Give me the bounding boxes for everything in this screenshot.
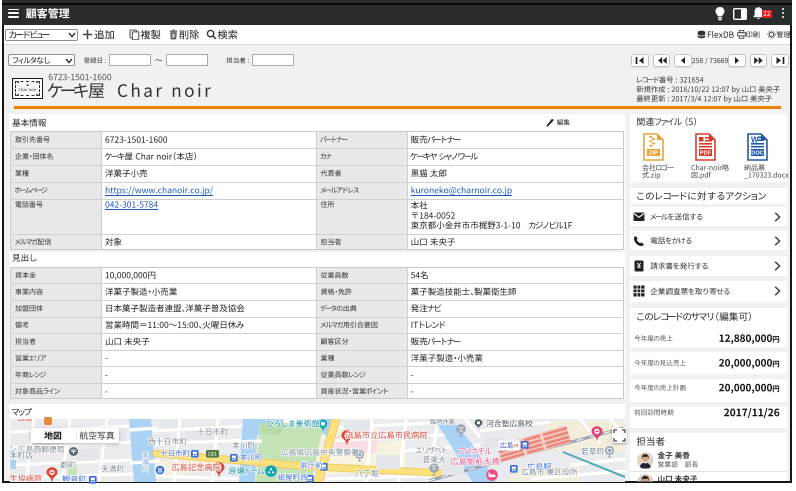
svg-text:DOC: DOC: [751, 151, 763, 157]
svg-text:B: B: [157, 468, 162, 474]
svg-text:PDF: PDF: [699, 151, 711, 157]
svg-text:ZIP: ZIP: [649, 151, 658, 157]
